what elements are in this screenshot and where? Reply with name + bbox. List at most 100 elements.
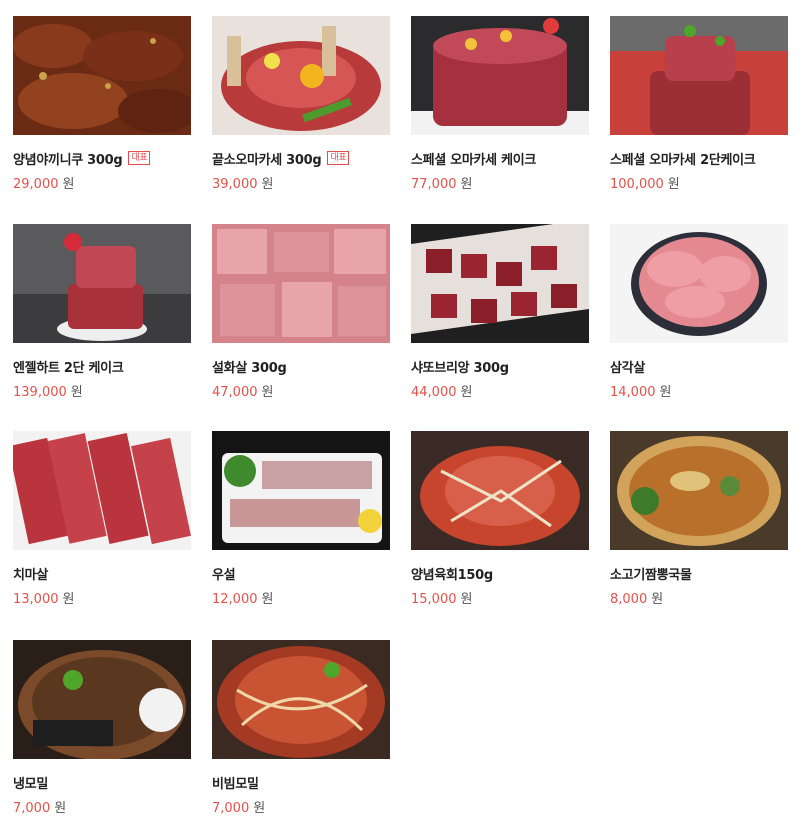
menu-item-photo[interactable]: [13, 640, 191, 759]
menu-item-name: 양념야끼니쿠 300g: [13, 152, 123, 168]
price-value: 7,000: [13, 801, 51, 816]
price-value: 139,000: [13, 385, 67, 400]
menu-item-name: 삼각살: [610, 360, 645, 376]
currency-label: 원: [261, 592, 274, 607]
menu-item-name: 끝소오마카세 300g: [212, 152, 322, 168]
menu-item-photo[interactable]: [411, 224, 589, 343]
menu-item-name: 소고기짬뽕국물: [610, 567, 692, 583]
price-value: 39,000: [212, 177, 258, 192]
currency-label: 원: [62, 592, 75, 607]
menu-item-title: 샤또브리앙 300g: [411, 356, 589, 376]
menu-item-price: 100,000 원: [610, 173, 788, 192]
menu-item[interactable]: 엔젤하트 2단 케이크 139,000 원: [13, 224, 191, 400]
menu-item-price: 15,000 원: [411, 588, 589, 607]
menu-item[interactable]: 치마살 13,000 원: [13, 431, 191, 607]
menu-item-name: 설화살 300g: [212, 360, 287, 376]
menu-item[interactable]: 스페셜 오마카세 케이크 77,000 원: [411, 16, 589, 192]
price-value: 14,000: [610, 385, 656, 400]
menu-item-title: 설화살 300g: [212, 356, 390, 376]
menu-item-price: 44,000 원: [411, 381, 589, 400]
currency-label: 원: [54, 801, 67, 816]
menu-item-title: 우설: [212, 563, 390, 583]
menu-item-photo[interactable]: [610, 431, 788, 550]
menu-item[interactable]: 샤또브리앙 300g 44,000 원: [411, 224, 589, 400]
menu-item-name: 우설: [212, 567, 236, 583]
menu-item-photo[interactable]: [13, 16, 191, 135]
currency-label: 원: [659, 385, 672, 400]
menu-item-price: 13,000 원: [13, 588, 191, 607]
menu-item-price: 8,000 원: [610, 588, 788, 607]
menu-item-photo[interactable]: [411, 431, 589, 550]
menu-item-price: 7,000 원: [212, 797, 390, 816]
menu-item-name: 엔젤하트 2단 케이크: [13, 360, 124, 376]
menu-item[interactable]: 설화살 300g 47,000 원: [212, 224, 390, 400]
menu-item[interactable]: 양념육회150g 15,000 원: [411, 431, 589, 607]
menu-item-title: 비빔모밀: [212, 772, 390, 792]
menu-item[interactable]: 냉모밀 7,000 원: [13, 640, 191, 816]
menu-item-name: 치마살: [13, 567, 48, 583]
menu-item-title: 스페셜 오마카세 케이크: [411, 148, 589, 168]
menu-item[interactable]: 소고기짬뽕국물 8,000 원: [610, 431, 788, 607]
menu-item[interactable]: 우설 12,000 원: [212, 431, 390, 607]
price-value: 29,000: [13, 177, 59, 192]
currency-label: 원: [651, 592, 664, 607]
featured-badge: 대표: [128, 151, 151, 165]
menu-item-name: 스페셜 오마카세 케이크: [411, 152, 537, 168]
menu-item[interactable]: 양념야끼니쿠 300g 대표 29,000 원: [13, 16, 191, 192]
currency-label: 원: [460, 177, 473, 192]
menu-item-photo[interactable]: [212, 640, 390, 759]
menu-item-photo[interactable]: [13, 431, 191, 550]
currency-label: 원: [667, 177, 680, 192]
menu-item-name: 양념육회150g: [411, 567, 493, 583]
menu-item-title: 소고기짬뽕국물: [610, 563, 788, 583]
menu-item-price: 14,000 원: [610, 381, 788, 400]
menu-item-price: 47,000 원: [212, 381, 390, 400]
featured-badge: 대표: [327, 151, 350, 165]
menu-item-title: 냉모밀: [13, 772, 191, 792]
menu-item-price: 77,000 원: [411, 173, 589, 192]
price-value: 7,000: [212, 801, 250, 816]
menu-item-price: 39,000 원: [212, 173, 390, 192]
menu-item[interactable]: 삼각살 14,000 원: [610, 224, 788, 400]
price-value: 77,000: [411, 177, 457, 192]
menu-item-title: 스페셜 오마카세 2단케이크: [610, 148, 788, 168]
menu-item-name: 샤또브리앙 300g: [411, 360, 509, 376]
currency-label: 원: [460, 385, 473, 400]
menu-item-title: 치마살: [13, 563, 191, 583]
menu-item-name: 스페셜 오마카세 2단케이크: [610, 152, 756, 168]
currency-label: 원: [62, 177, 75, 192]
menu-item-title: 양념육회150g: [411, 563, 589, 583]
menu-item-price: 139,000 원: [13, 381, 191, 400]
menu-item-name: 비빔모밀: [212, 776, 259, 792]
price-value: 13,000: [13, 592, 59, 607]
menu-item-price: 29,000 원: [13, 173, 191, 192]
menu-item-photo[interactable]: [13, 224, 191, 343]
currency-label: 원: [460, 592, 473, 607]
menu-item[interactable]: 스페셜 오마카세 2단케이크 100,000 원: [610, 16, 788, 192]
price-value: 12,000: [212, 592, 258, 607]
menu-item-photo[interactable]: [212, 431, 390, 550]
menu-item-price: 7,000 원: [13, 797, 191, 816]
menu-item-name: 냉모밀: [13, 776, 48, 792]
menu-item-title: 삼각살: [610, 356, 788, 376]
price-value: 44,000: [411, 385, 457, 400]
menu-item-price: 12,000 원: [212, 588, 390, 607]
currency-label: 원: [253, 801, 266, 816]
menu-item-title: 엔젤하트 2단 케이크: [13, 356, 191, 376]
price-value: 8,000: [610, 592, 648, 607]
price-value: 100,000: [610, 177, 664, 192]
currency-label: 원: [261, 385, 274, 400]
currency-label: 원: [70, 385, 83, 400]
currency-label: 원: [261, 177, 274, 192]
menu-item-photo[interactable]: [212, 16, 390, 135]
menu-item-photo[interactable]: [610, 16, 788, 135]
menu-item-photo[interactable]: [411, 16, 589, 135]
menu-item-photo[interactable]: [212, 224, 390, 343]
menu-item-title: 끝소오마카세 300g 대표: [212, 148, 390, 168]
menu-item[interactable]: 끝소오마카세 300g 대표 39,000 원: [212, 16, 390, 192]
price-value: 15,000: [411, 592, 457, 607]
price-value: 47,000: [212, 385, 258, 400]
menu-item-title: 양념야끼니쿠 300g 대표: [13, 148, 191, 168]
menu-item[interactable]: 비빔모밀 7,000 원: [212, 640, 390, 816]
menu-item-photo[interactable]: [610, 224, 788, 343]
